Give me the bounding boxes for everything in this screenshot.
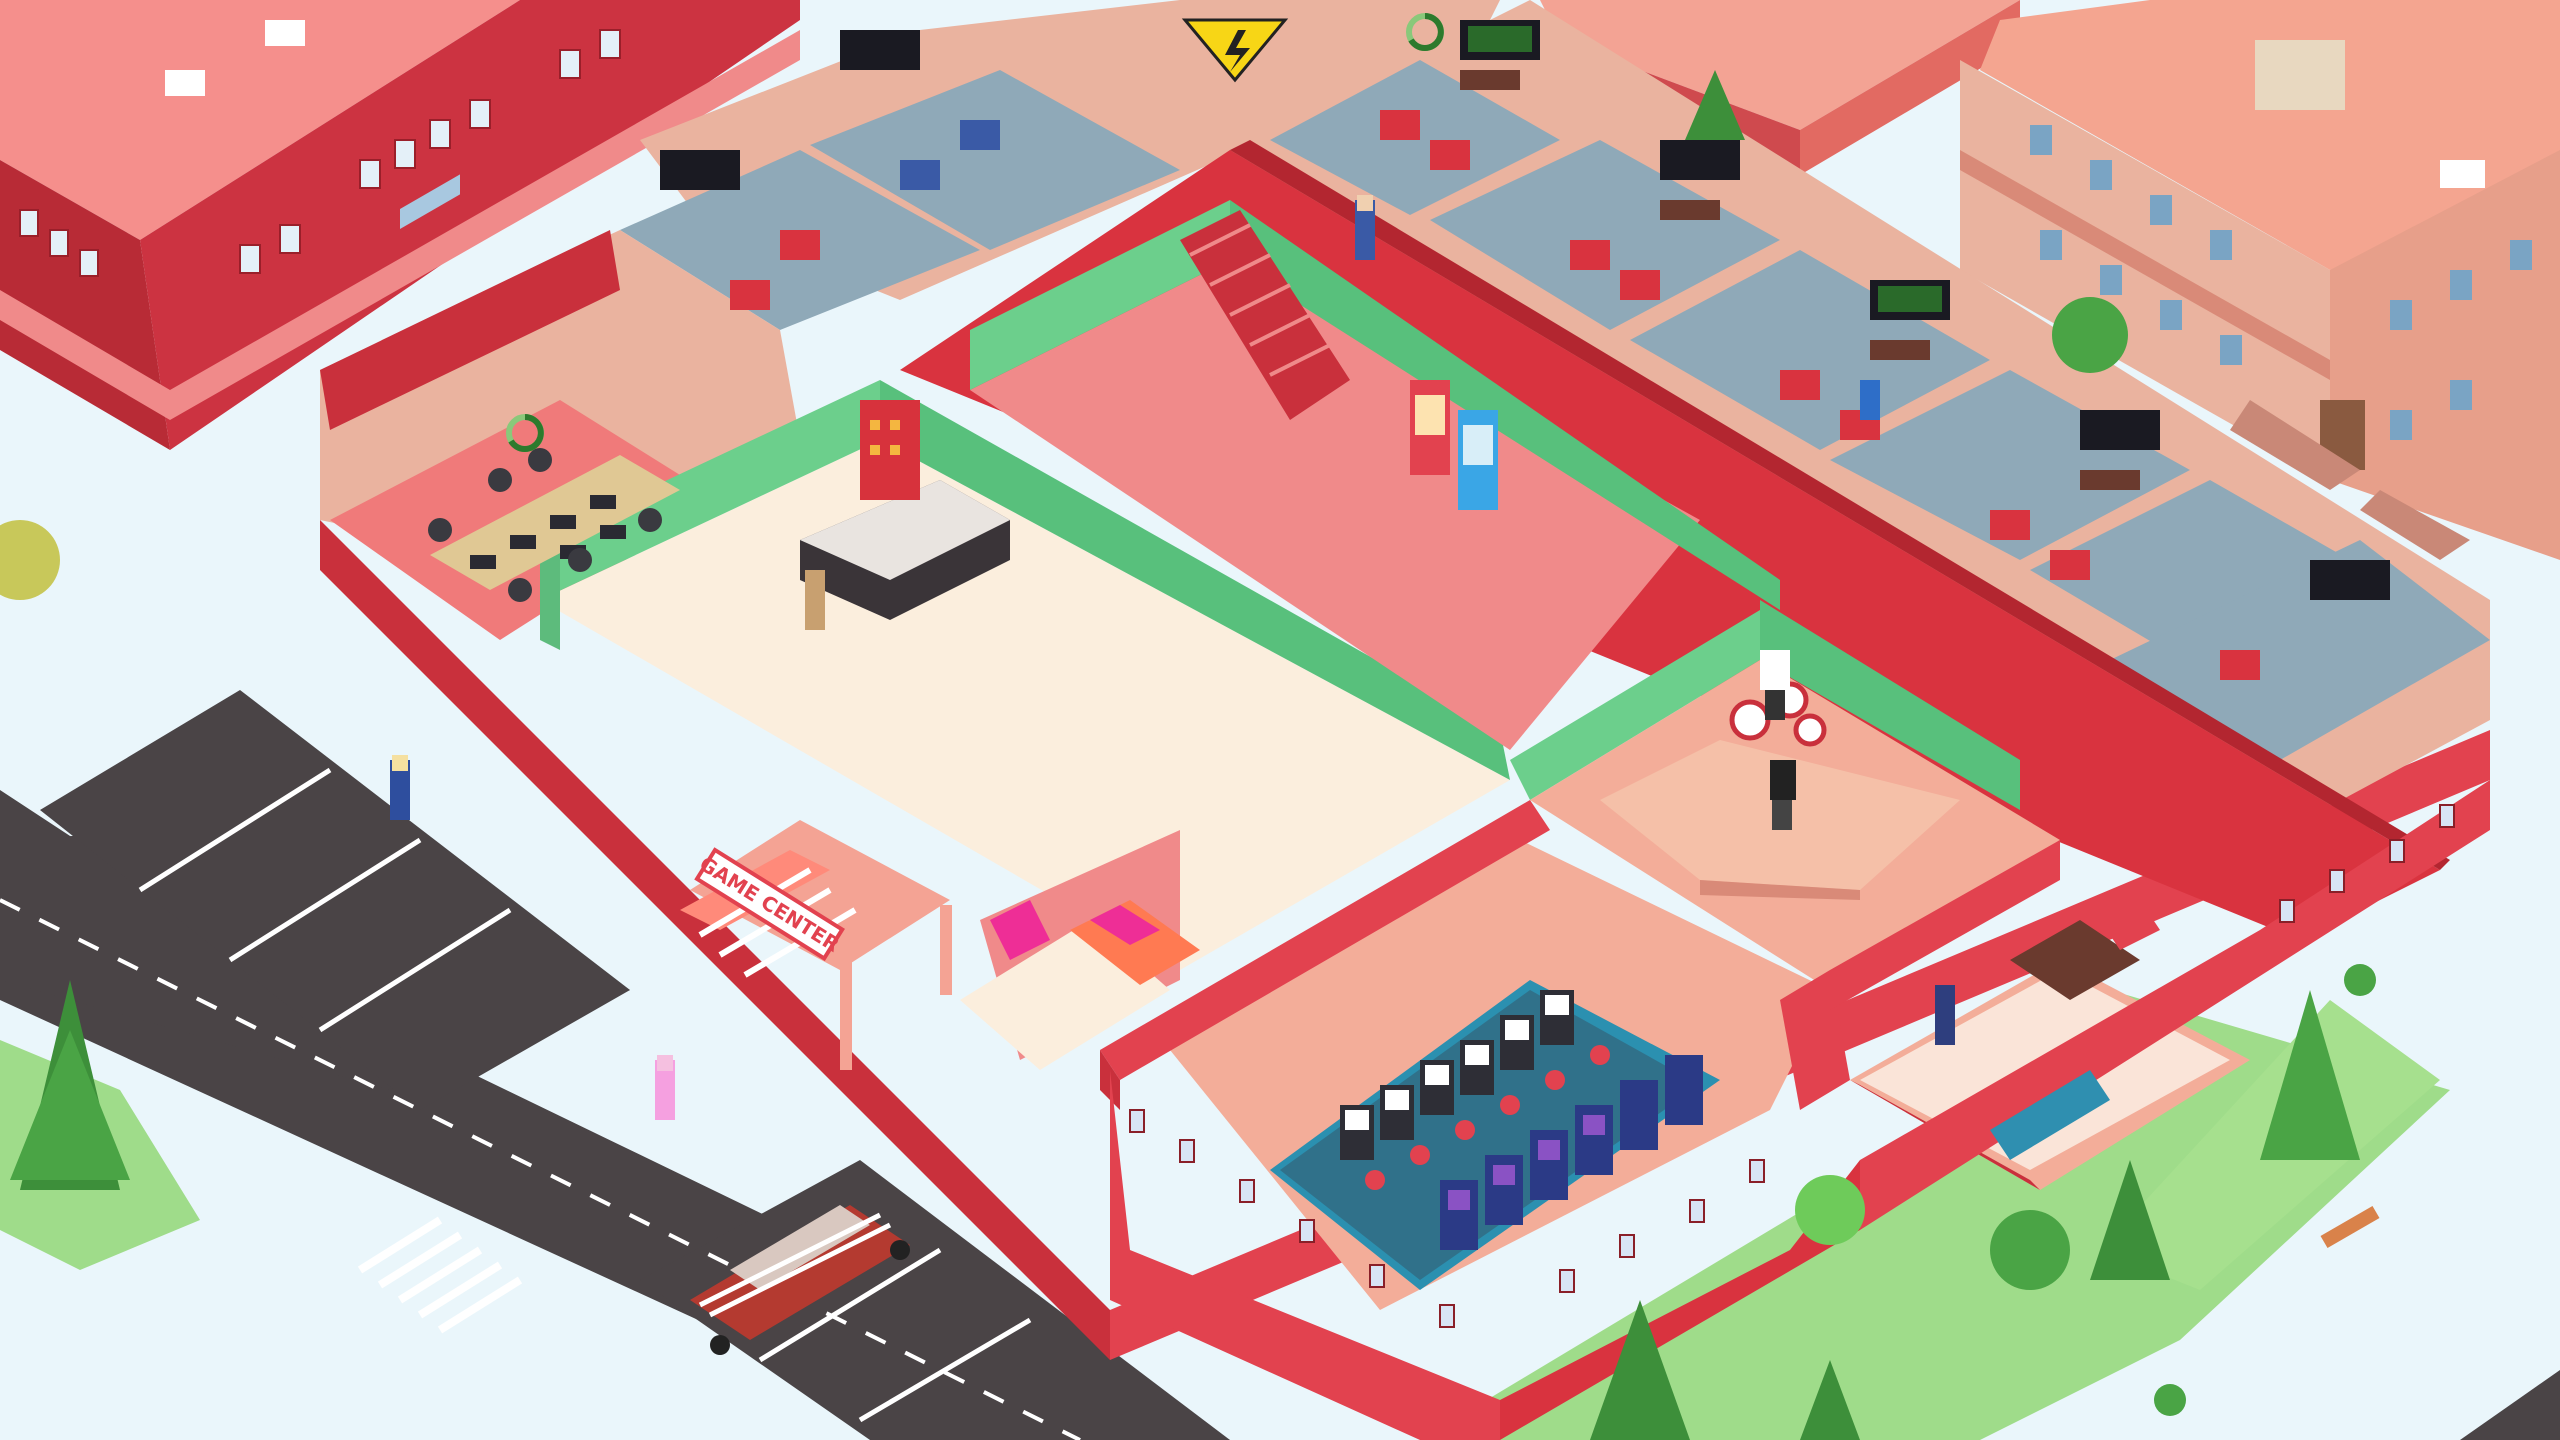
game-scene[interactable]: GAME CENTER <box>0 0 2560 1440</box>
